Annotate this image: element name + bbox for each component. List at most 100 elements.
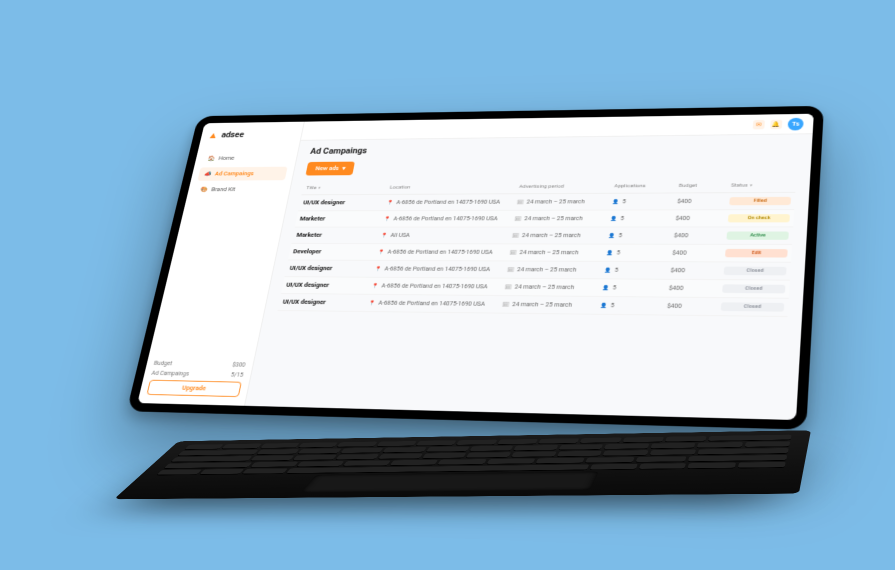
trackpad: [301, 472, 599, 493]
row-status: Closed: [721, 302, 784, 311]
col-status[interactable]: Status▾: [731, 182, 792, 188]
row-period: 🗓24 march – 25 march: [509, 249, 601, 256]
chevron-down-icon: ▾: [342, 165, 346, 171]
megaphone-icon: 📣: [203, 171, 211, 177]
campaigns-value: 5/15: [230, 371, 244, 378]
pin-icon: 📍: [381, 233, 389, 239]
row-location: 📍A-6856 de Portland en 14075-1690 USA: [374, 266, 502, 273]
row-period: 🗓24 march – 25 march: [504, 284, 597, 291]
row-budget: $400: [667, 303, 716, 310]
user-icon: 👤: [612, 199, 620, 205]
row-applications: 👤5: [608, 232, 668, 239]
logo-mark-icon: ▲: [207, 130, 219, 140]
row-status: Active: [727, 231, 789, 239]
col-budget[interactable]: Budget: [678, 183, 725, 189]
row-period: 🗓24 march – 25 march: [502, 301, 595, 309]
row-period: 🗓24 march – 25 march: [507, 266, 599, 273]
calendar-icon: 🗓: [516, 199, 524, 205]
logo: ▲ adsee: [207, 129, 296, 140]
status-badge: Closed: [724, 267, 787, 276]
upgrade-button[interactable]: Upgrade: [146, 380, 241, 397]
row-applications: 👤5: [602, 284, 663, 291]
bell-icon[interactable]: 🔔: [770, 119, 782, 129]
home-icon: 🏠: [207, 156, 215, 162]
calendar-icon: 🗓: [514, 216, 522, 222]
col-location[interactable]: Location: [389, 184, 514, 190]
keyboard: [114, 430, 811, 499]
row-budget: $400: [670, 267, 718, 274]
row-status: Filled: [729, 197, 791, 205]
row-applications: 👤5: [610, 215, 670, 222]
table-row[interactable]: UI/UX designer 📍A-6856 de Portland en 140…: [277, 294, 788, 317]
budget-value: $300: [232, 361, 247, 368]
user-icon: 👤: [610, 216, 618, 222]
row-budget: $400: [672, 250, 720, 257]
sidebar-item-label: Ad Campaings: [214, 171, 254, 177]
row-status: Closed: [724, 267, 787, 276]
inbox-icon[interactable]: ✉: [753, 120, 765, 130]
table-row[interactable]: Marketer 📍A-6856 de Portland en 14075-169…: [295, 210, 794, 227]
calendar-icon: 🗓: [509, 250, 517, 256]
avatar[interactable]: Ts: [787, 117, 803, 130]
col-period[interactable]: Advertising period: [519, 183, 609, 189]
sidebar-item-home[interactable]: 🏠 Home: [201, 151, 291, 165]
sort-icon: ▾: [318, 186, 321, 191]
row-applications: 👤5: [604, 267, 665, 274]
budget-stat: Budget $300: [153, 360, 246, 368]
pin-icon: 📍: [374, 266, 382, 272]
row-title: UI/UX designer: [282, 299, 364, 306]
pin-icon: 📍: [371, 283, 379, 289]
row-applications: 👤5: [612, 198, 672, 205]
status-badge: Closed: [722, 284, 785, 293]
status-badge: Closed: [721, 302, 784, 311]
status-badge: Active: [727, 231, 789, 239]
col-applications[interactable]: Applications: [614, 183, 673, 189]
row-location: 📍All USA: [380, 232, 506, 238]
row-title: UI/UX designer: [289, 265, 370, 272]
row-period: 🗓24 march – 25 march: [516, 198, 607, 205]
palette-icon: 🎨: [200, 187, 208, 193]
row-title: UI/UX designer: [286, 282, 367, 289]
row-title: Marketer: [296, 232, 376, 238]
row-budget: $400: [675, 215, 722, 222]
row-applications: 👤5: [600, 302, 661, 309]
sidebar-item-brand-kit[interactable]: 🎨 Brand Kit: [194, 182, 285, 196]
row-status: On check: [728, 214, 790, 222]
row-location: 📍A-6856 de Portland en 14075-1690 USA: [368, 300, 497, 308]
row-period: 🗓24 march – 25 march: [514, 215, 605, 222]
pin-icon: 📍: [387, 200, 395, 205]
calendar-icon: 🗓: [504, 284, 512, 290]
calendar-icon: 🗓: [507, 267, 515, 273]
row-title: UI/UX designer: [303, 199, 383, 205]
row-location: 📍A-6856 de Portland en 14075-1690 USA: [377, 249, 504, 256]
budget-label: Budget: [153, 360, 173, 367]
page-title: Ad Campaings: [309, 142, 798, 156]
user-icon: 👤: [606, 250, 614, 256]
campaigns-label: Ad Campaings: [151, 370, 190, 377]
status-badge: Edit: [725, 249, 788, 258]
row-period: 🗓24 march – 25 march: [512, 232, 604, 239]
row-location: 📍A-6856 de Portland en 14075-1690 USA: [383, 215, 509, 221]
row-applications: 👤5: [606, 249, 667, 256]
sidebar-item-ad-campaigns[interactable]: 📣 Ad Campaings: [197, 167, 287, 181]
row-budget: $400: [674, 232, 722, 239]
col-title[interactable]: Title▾: [306, 185, 385, 191]
calendar-icon: 🗓: [512, 233, 520, 239]
sidebar-item-label: Brand Kit: [211, 187, 236, 193]
row-budget: $400: [669, 285, 717, 292]
status-badge: Filled: [729, 197, 791, 205]
pin-icon: 📍: [384, 216, 392, 221]
pin-icon: 📍: [368, 300, 376, 306]
campaigns-table: Title▾ Location Advertising period Appli…: [277, 178, 796, 317]
row-location: 📍A-6856 de Portland en 14075-1690 USA: [371, 283, 499, 291]
user-icon: 👤: [608, 233, 616, 239]
new-ads-button[interactable]: New ads ▾: [305, 162, 355, 176]
user-icon: 👤: [602, 285, 610, 291]
brand-name: adsee: [221, 131, 245, 139]
campaigns-stat: Ad Campaings 5/15: [151, 370, 244, 379]
row-title: Marketer: [299, 216, 379, 222]
table-row[interactable]: Marketer 📍All USA 🗓24 march – 25 march 👤5 $4…: [291, 227, 793, 245]
row-budget: $400: [677, 198, 724, 205]
sidebar-item-label: Home: [218, 155, 235, 161]
table-row[interactable]: UI/UX designer📍A-6856 de Portland en 140…: [298, 193, 795, 211]
